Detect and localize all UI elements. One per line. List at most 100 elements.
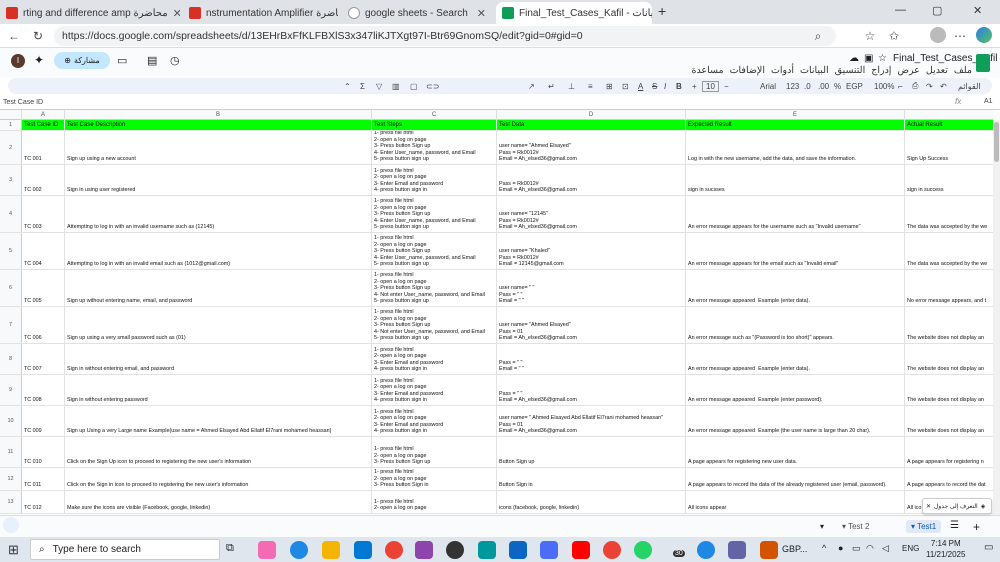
cell-reference[interactable]: A1 <box>984 98 993 105</box>
cell[interactable]: user name= "12145" Pass = Rk0012# Email … <box>497 196 686 232</box>
menu-item-help[interactable]: مساعدة <box>691 65 723 76</box>
file-explorer-icon[interactable] <box>322 541 340 559</box>
row-number[interactable]: 10 <box>0 406 22 436</box>
paint-format-icon[interactable]: ⌐ <box>898 82 903 91</box>
app-icon[interactable] <box>540 541 558 559</box>
cell[interactable]: TC 002 <box>22 165 65 195</box>
header-cell[interactable]: Actual Result <box>905 120 993 130</box>
column-header[interactable]: C <box>372 110 497 120</box>
cell[interactable]: Sign in using user registered <box>65 165 372 195</box>
redo-icon[interactable]: ↷ <box>926 82 933 91</box>
edge-icon[interactable] <box>697 541 715 559</box>
row-number[interactable]: 1 <box>0 120 22 130</box>
cell[interactable]: TC 012 <box>22 491 65 513</box>
font-select[interactable]: Arial <box>760 82 776 91</box>
percent-icon[interactable]: % <box>834 82 841 91</box>
favorite-icon[interactable]: ☆ <box>860 26 880 46</box>
cell[interactable]: 1- press file html 2- open a log on page… <box>372 406 497 436</box>
menu-item-extensions[interactable]: الإضافات <box>730 65 765 76</box>
menu-item-edit[interactable]: تعديل <box>926 65 948 76</box>
cell[interactable]: TC 009 <box>22 406 65 436</box>
cell[interactable]: sign in success <box>905 165 993 195</box>
comment-add-icon[interactable]: ▢ <box>410 82 418 91</box>
star-icon[interactable]: ☆ <box>878 53 887 64</box>
more-icon[interactable]: ⋯ <box>950 26 970 46</box>
browser-tab[interactable]: google sheets - Search ✕ <box>342 2 492 24</box>
cell[interactable]: user name= " " Pass = " " Email = " " <box>497 270 686 306</box>
cell[interactable]: 1- press file html 2- open a log on page… <box>372 344 497 374</box>
column-header[interactable]: F <box>905 110 993 120</box>
cell[interactable]: An error message appeared Example (the u… <box>686 406 905 436</box>
row-number[interactable]: 6 <box>0 270 22 306</box>
row-number[interactable]: 12 <box>0 468 22 490</box>
cell[interactable]: An error message appeared Example (enter… <box>686 270 905 306</box>
expand-icon[interactable]: ⌃ <box>344 82 351 91</box>
header-cell[interactable]: Test Case Description <box>65 120 372 130</box>
close-icon[interactable]: ✕ <box>173 7 180 20</box>
browser-tab[interactable]: nstrumentation Amplifier محاضرة ✕ <box>183 2 338 24</box>
row-number[interactable]: 5 <box>0 233 22 269</box>
cell[interactable]: No error message appears, and t <box>905 270 993 306</box>
all-sheets-icon[interactable]: ☰ <box>950 520 959 531</box>
cell[interactable]: TC 010 <box>22 437 65 467</box>
currency-format[interactable]: EGP <box>846 82 863 91</box>
cell[interactable]: All icons appear <box>686 491 905 513</box>
cell[interactable]: A page appears for registering new user … <box>686 437 905 467</box>
cell[interactable]: Click on the Sign in icon to proceed to … <box>65 468 372 490</box>
close-icon[interactable]: ✕ <box>926 503 931 510</box>
row-number[interactable]: 9 <box>0 375 22 405</box>
cell[interactable]: An error message appears for the email s… <box>686 233 905 269</box>
close-window-button[interactable]: ✕ <box>973 4 982 17</box>
new-tab-button[interactable]: + <box>658 3 666 19</box>
cell[interactable]: 1- press file html 2- open a log on page… <box>372 270 497 306</box>
cell[interactable]: TC 008 <box>22 375 65 405</box>
cell[interactable]: Sign up using a very small password such… <box>65 307 372 343</box>
cell[interactable]: Sign Up Success <box>905 131 993 164</box>
linkedin-icon[interactable] <box>509 541 527 559</box>
currency-widget[interactable]: GBP... <box>782 544 807 554</box>
row-number[interactable]: 2 <box>0 131 22 164</box>
row-number[interactable]: 4 <box>0 196 22 232</box>
select-all[interactable] <box>0 110 22 120</box>
cell[interactable]: Sign in without entering email, and pass… <box>65 344 372 374</box>
menu-item-view[interactable]: عرض <box>897 65 919 76</box>
cell[interactable]: The website does not display an <box>905 375 993 405</box>
cell[interactable]: user name= "Ahmed Elsayed" Pass = 01 Ema… <box>497 307 686 343</box>
cell[interactable]: The website does not display an <box>905 406 993 436</box>
cell[interactable]: Attempting to log in with an invalid use… <box>65 196 372 232</box>
cell[interactable]: 1- press file html 2- open a log on page… <box>372 165 497 195</box>
decimal-icon[interactable]: .0 <box>804 82 811 91</box>
cell[interactable]: TC 007 <box>22 344 65 374</box>
cell[interactable]: A page appears to record the dat <box>905 468 993 490</box>
wifi-icon[interactable]: ◠ <box>866 543 874 554</box>
cell[interactable]: 1- press file html 2- open a log on page… <box>372 307 497 343</box>
currency-widget-icon[interactable] <box>760 541 778 559</box>
header-cell[interactable]: Expected Result <box>686 120 905 130</box>
back-button[interactable]: ← <box>4 26 24 46</box>
comment-icon[interactable]: ▤ <box>147 54 157 67</box>
function-icon[interactable]: Σ <box>360 82 365 91</box>
strikethrough-icon[interactable]: S <box>652 82 657 91</box>
youtube-icon[interactable] <box>572 541 590 559</box>
edge-icon[interactable] <box>290 541 308 559</box>
cell[interactable]: An error message appeared Example (enter… <box>686 375 905 405</box>
bold-icon[interactable]: B <box>676 82 682 91</box>
wrap-icon[interactable]: ↵ <box>548 82 555 91</box>
menus-search[interactable]: القوائم <box>958 82 981 91</box>
cell[interactable]: user name= " Ahmed Elsayed Abd Ellatif E… <box>497 406 686 436</box>
font-size-field[interactable]: 10 <box>702 80 719 92</box>
menu-item-file[interactable]: ملف <box>954 65 972 76</box>
cell[interactable]: Sign up using a new account <box>65 131 372 164</box>
folder-icon[interactable]: ▣ <box>864 53 873 64</box>
cell[interactable]: Button Sign up <box>497 437 686 467</box>
chrome-icon[interactable] <box>385 541 403 559</box>
menu-item-tools[interactable]: أدوات <box>771 65 794 76</box>
minimize-button[interactable]: — <box>895 4 906 16</box>
cell[interactable]: sign in sucsses <box>686 165 905 195</box>
cell[interactable]: The website does not display an <box>905 344 993 374</box>
row-number[interactable]: 3 <box>0 165 22 195</box>
spreadsheet-grid[interactable]: A B C D E F 1Test Case IDTest Case Descr… <box>0 110 993 515</box>
chatgpt-icon[interactable] <box>446 541 464 559</box>
header-cell[interactable]: Test Data <box>497 120 686 130</box>
cell[interactable]: 1- press file html 2- open a log on page… <box>372 375 497 405</box>
